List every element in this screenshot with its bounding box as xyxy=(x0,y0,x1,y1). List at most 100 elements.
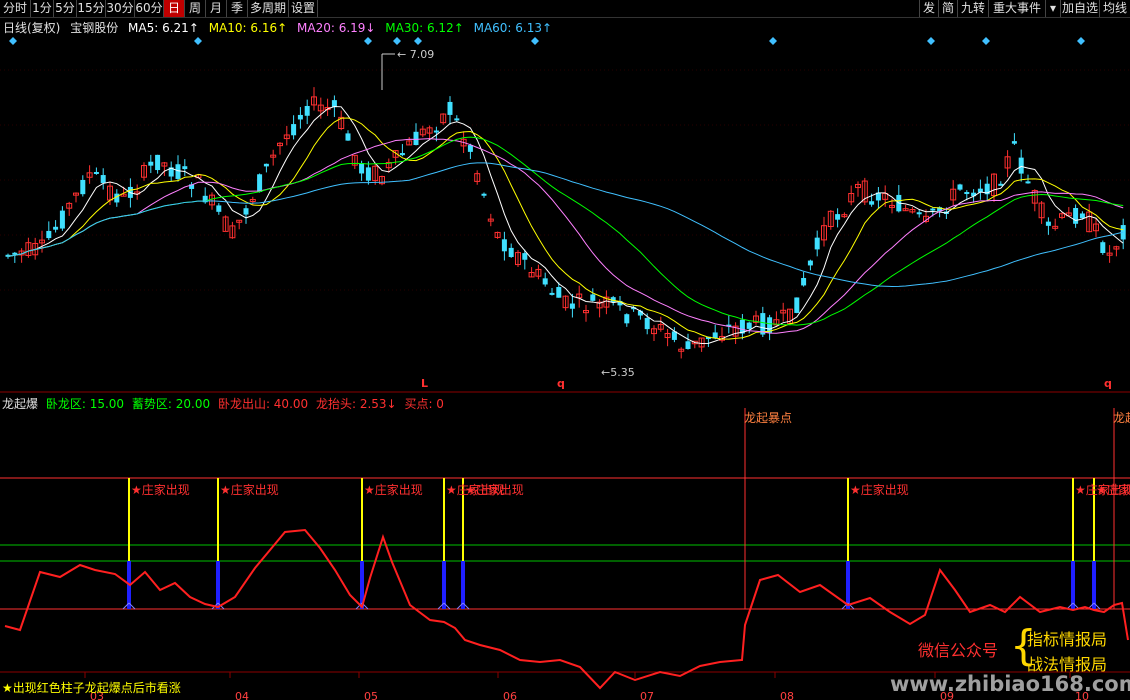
period-tab-11[interactable]: 设置 xyxy=(289,0,318,17)
param-wolong-chushan: 卧龙出山: 40.00 xyxy=(217,397,309,411)
candle-body xyxy=(481,193,487,196)
candle-body xyxy=(155,154,161,171)
candle-body xyxy=(148,161,154,166)
candle-body xyxy=(53,226,59,230)
candle-body xyxy=(59,210,65,229)
burst-label: 龙起暴点 xyxy=(744,411,792,425)
signal-diamond-icon xyxy=(414,37,422,45)
high-price-label: ← 7.09 xyxy=(397,48,434,61)
candle-body xyxy=(182,166,188,170)
month-label: 06 xyxy=(503,690,517,700)
signal-diamond-icon xyxy=(531,37,539,45)
ma10-label: MA10: 6.16↑ xyxy=(208,21,288,35)
month-label: 08 xyxy=(780,690,794,700)
burst-label-cut: 龙起 xyxy=(1113,411,1130,425)
candle-body xyxy=(1045,221,1051,226)
period-tab-10[interactable]: 多周期 xyxy=(248,0,289,17)
candle-body xyxy=(964,192,970,195)
candle-body xyxy=(447,101,453,115)
candle-body xyxy=(1100,242,1106,254)
candle-body xyxy=(835,214,841,220)
candle-body xyxy=(413,131,419,146)
month-label: 07 xyxy=(640,690,654,700)
candle-body xyxy=(930,208,936,211)
ma-info-bar: 日线(复权) 宝钢股份 MA5: 6.21↑ MA10: 6.16↑ MA20:… xyxy=(3,19,558,35)
candle-body xyxy=(624,314,630,324)
period-tab-6[interactable]: 日 xyxy=(164,0,185,17)
candle-body xyxy=(556,287,562,298)
candle-body xyxy=(794,297,800,313)
kline-chart[interactable]: ← 7.09 ←5.35 L q q ★庄家出现 ★庄家出现 ★庄家出现 ★庄家出现 ★庄家出现 ★… xyxy=(0,0,1130,700)
candle-body xyxy=(508,247,514,258)
watermark-url: www.zhibiao168.com xyxy=(890,672,1130,696)
marker-2: q xyxy=(1104,377,1112,390)
watermark-line2: 战法情报局 xyxy=(1027,655,1108,674)
signal-bar-fill xyxy=(1092,561,1096,609)
toolbar-right-button-5[interactable]: 加自选 xyxy=(1060,0,1100,17)
candle-body xyxy=(569,303,575,309)
month-label: 05 xyxy=(364,690,378,700)
period-tab-3[interactable]: 15分 xyxy=(77,0,106,17)
candle-body xyxy=(1011,141,1017,144)
period-tab-1[interactable]: 1分 xyxy=(31,0,54,17)
signal-diamond-icon xyxy=(393,37,401,45)
period-tab-7[interactable]: 周 xyxy=(185,0,206,17)
candle-body xyxy=(93,171,99,174)
signal-diamond-icon xyxy=(982,37,990,45)
low-price-label: ←5.35 xyxy=(601,366,635,379)
toolbar-right-button-2[interactable]: 九转 xyxy=(957,0,989,17)
candle-body xyxy=(916,212,922,215)
candle-body xyxy=(746,322,752,329)
toolbar-right-button-1[interactable]: 简 xyxy=(938,0,958,17)
param-xushi: 蓄势区: 20.00 xyxy=(131,397,211,411)
period-tab-0[interactable]: 分时 xyxy=(0,0,31,17)
signal-diamond-icon xyxy=(9,37,17,45)
signal-label: ★庄家出现 xyxy=(850,482,909,497)
toolbar-right-button-6[interactable]: 均线 xyxy=(1099,0,1130,17)
candle-body xyxy=(549,292,555,295)
period-tab-9[interactable]: 季 xyxy=(227,0,248,17)
candle-body xyxy=(957,184,963,190)
candle-body xyxy=(263,163,269,167)
candle-body xyxy=(869,201,875,205)
ma30-label: MA30: 6.12↑ xyxy=(385,21,464,35)
candle-body xyxy=(297,114,303,120)
candle-body xyxy=(685,341,691,349)
signal-diamond-icon xyxy=(1077,37,1085,45)
wechat-label: 微信公众号 xyxy=(918,641,999,660)
candle-body xyxy=(433,130,439,133)
toolbar-right-button-3[interactable]: 重大事件 xyxy=(988,0,1046,17)
candle-body xyxy=(814,237,820,250)
signal-diamond-icon xyxy=(769,37,777,45)
candle-body xyxy=(522,253,528,260)
candle-body xyxy=(175,164,181,179)
ma60-label: MA60: 6.13↑ xyxy=(473,21,553,35)
candle-body xyxy=(1018,157,1024,174)
toolbar-right-button-4[interactable]: ▾ xyxy=(1045,0,1061,17)
month-label: 04 xyxy=(235,690,249,700)
period-tab-4[interactable]: 30分 xyxy=(106,0,135,17)
candle-body xyxy=(345,133,351,141)
period-tab-5[interactable]: 60分 xyxy=(135,0,164,17)
signal-diamond-icon xyxy=(927,37,935,45)
period-tab-8[interactable]: 月 xyxy=(206,0,227,17)
indicator-name: 龙起爆 xyxy=(2,397,39,411)
signal-bar-fill xyxy=(216,561,220,609)
signal-diamond-icon xyxy=(364,37,372,45)
signal-label: ★庄家出现 xyxy=(364,482,423,497)
candle-body xyxy=(359,163,365,174)
param-longtaitou: 龙抬头: 2.53↓ xyxy=(315,397,397,411)
marker-1: q xyxy=(557,377,565,390)
candle-body xyxy=(1025,181,1031,184)
candle-body xyxy=(501,239,507,252)
period-tab-2[interactable]: 5分 xyxy=(54,0,77,17)
param-maidian: 买点: 0 xyxy=(404,397,444,411)
signal-label: ★庄家出现 xyxy=(465,482,524,497)
signal-bar-fill xyxy=(442,561,446,609)
candle-body xyxy=(807,260,813,266)
candle-body xyxy=(100,175,106,184)
toolbar-right-button-0[interactable]: 发 xyxy=(919,0,939,17)
candle-body xyxy=(304,105,310,116)
candle-body xyxy=(80,179,86,195)
candle-body xyxy=(46,230,52,239)
